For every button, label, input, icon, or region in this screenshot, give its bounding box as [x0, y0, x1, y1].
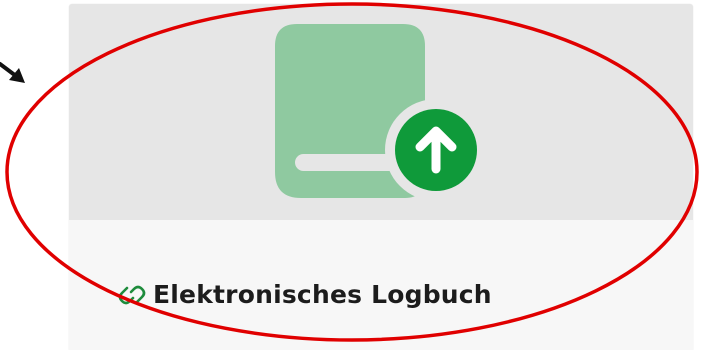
- logbook-link[interactable]: Elektronisches Logbuch: [115, 280, 492, 309]
- screenshot-stage: Elektronisches Logbuch: [0, 0, 704, 350]
- tile-title: Elektronisches Logbuch: [153, 280, 492, 309]
- book-upload-icon: [275, 24, 487, 201]
- link-icon: [115, 283, 149, 307]
- tile-footer: Elektronisches Logbuch: [69, 220, 693, 350]
- tile-image-area: [69, 4, 693, 220]
- black-arrow-annotation: [0, 62, 25, 83]
- logbook-tile[interactable]: Elektronisches Logbuch: [69, 4, 693, 350]
